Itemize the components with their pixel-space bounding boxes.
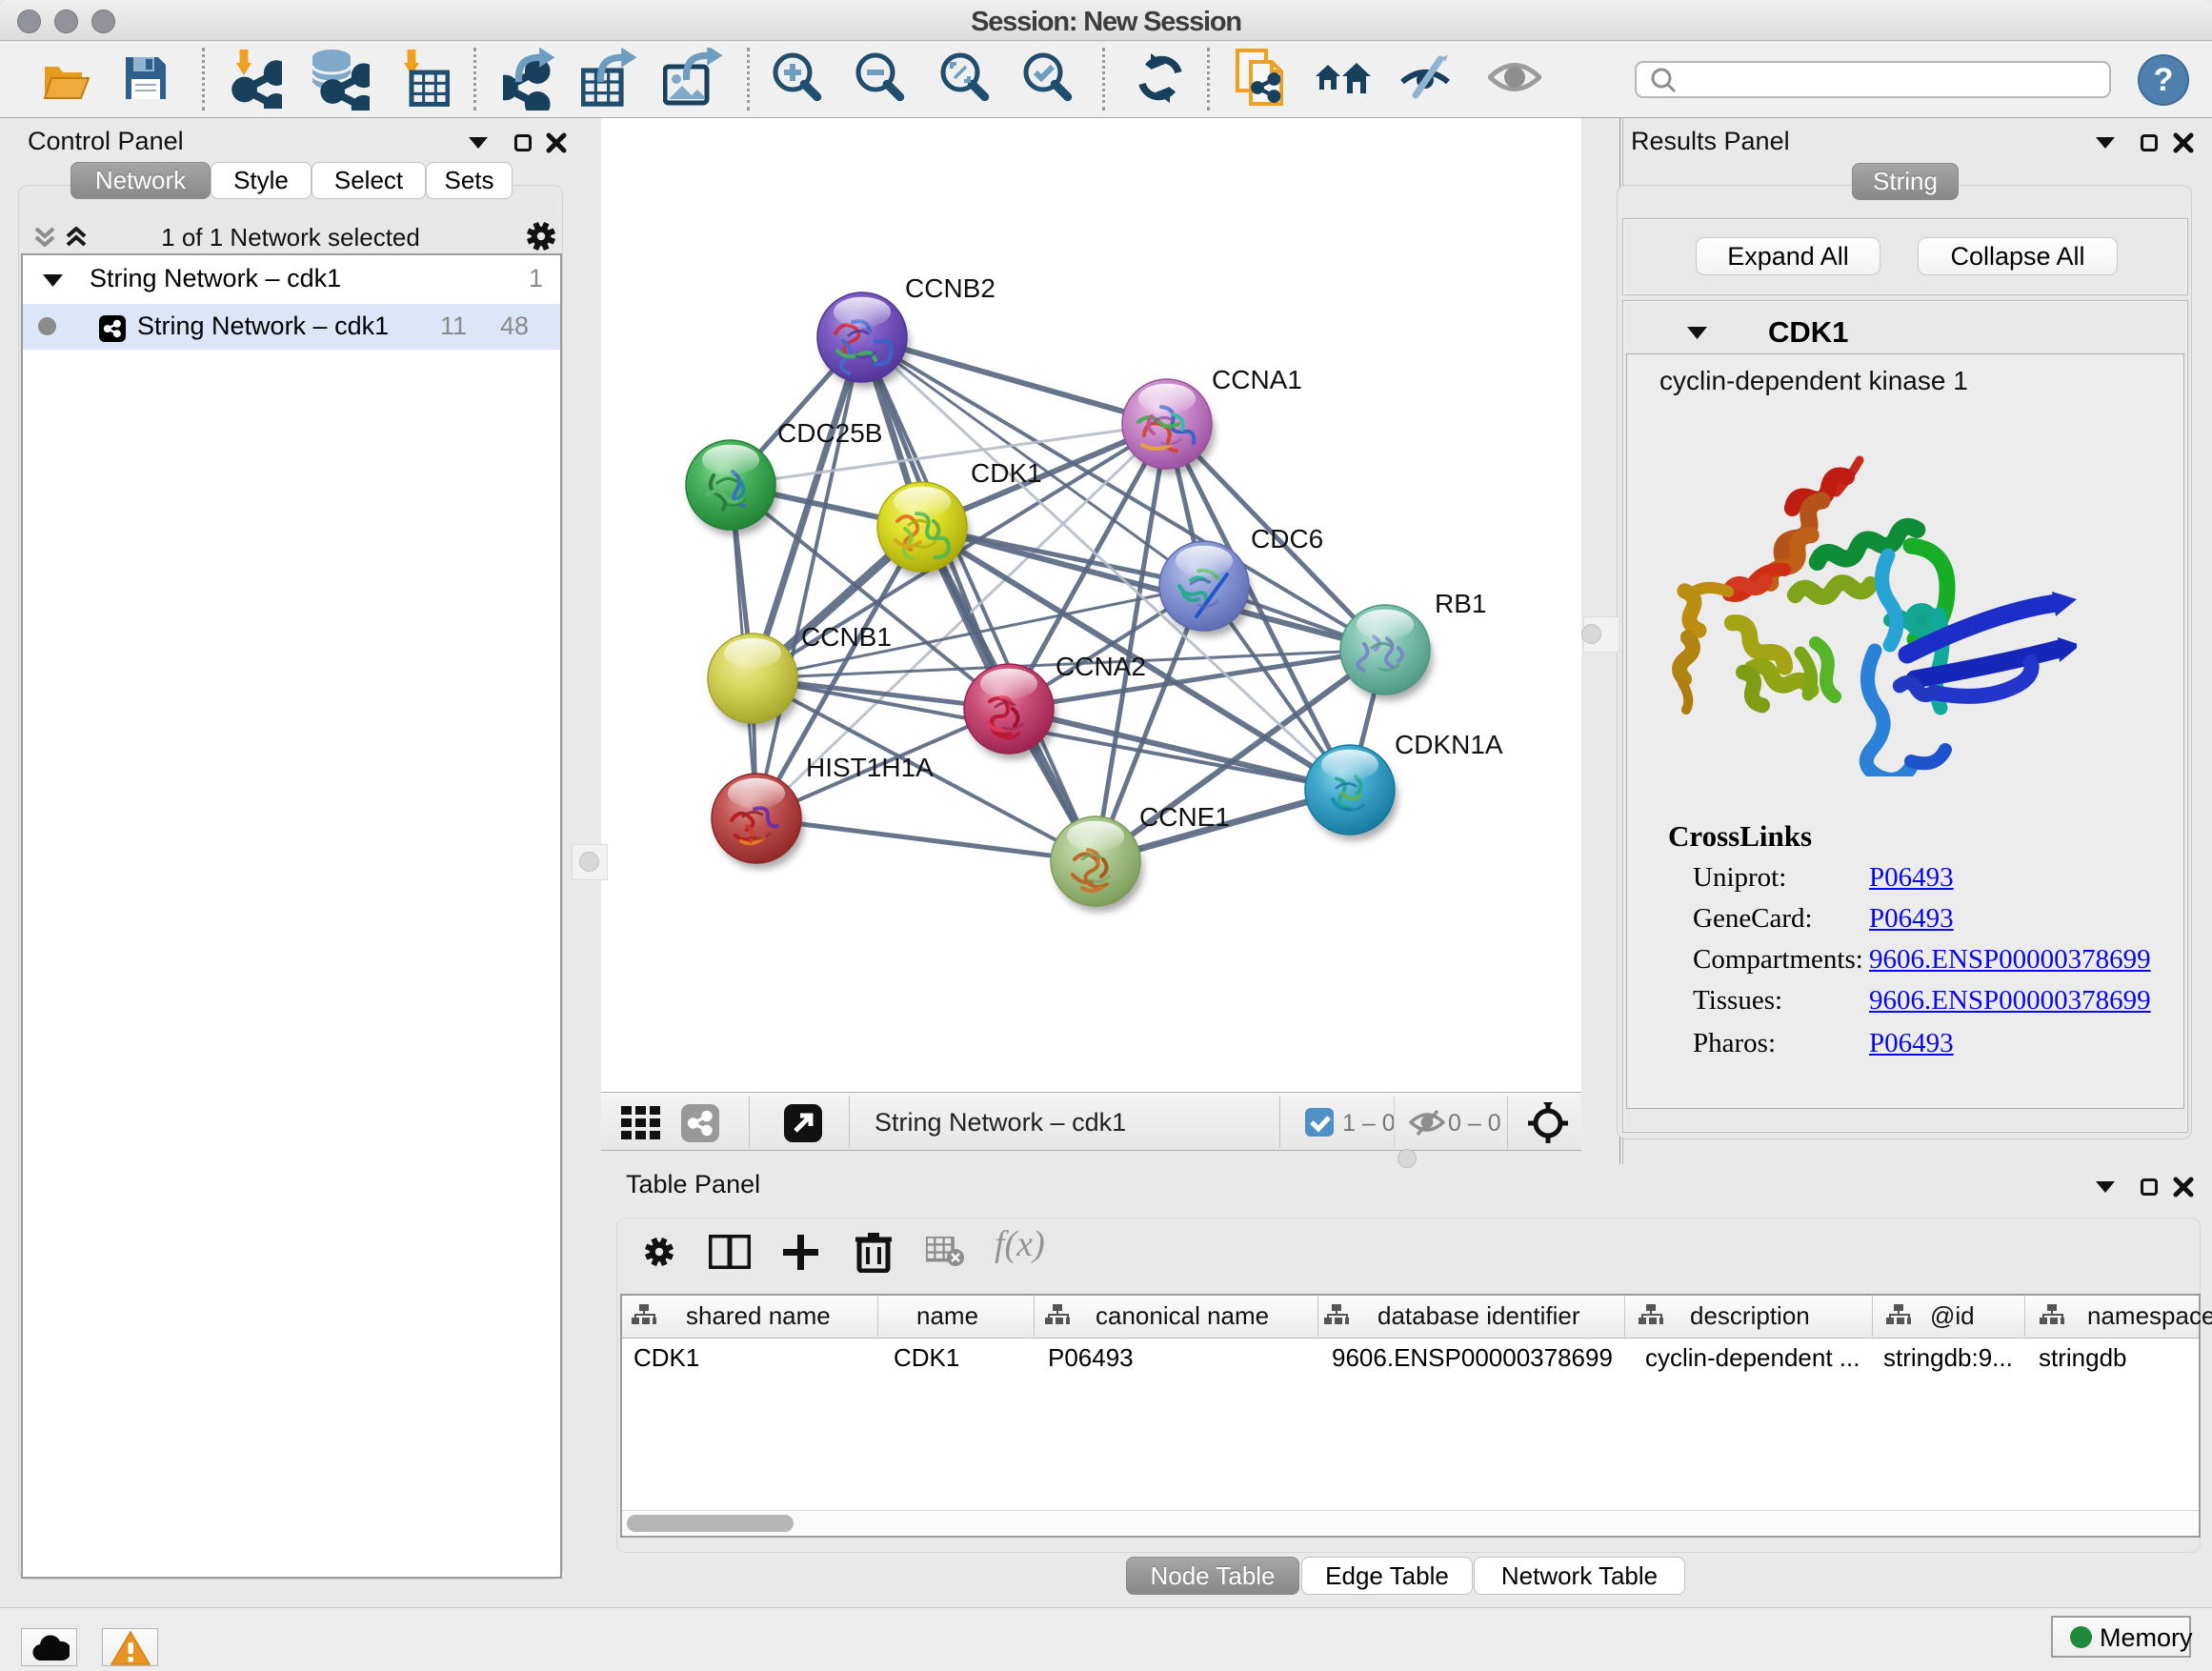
svg-text:CCNA1: CCNA1 — [1212, 365, 1302, 394]
svg-text:CCNA2: CCNA2 — [1056, 652, 1146, 681]
svg-text:CDKN1A: CDKN1A — [1395, 730, 1503, 759]
svg-text:?: ? — [2154, 62, 2174, 98]
svg-text:CDK1: CDK1 — [971, 458, 1042, 488]
svg-text:RB1: RB1 — [1435, 589, 1486, 618]
svg-text:HIST1H1A: HIST1H1A — [806, 753, 934, 782]
svg-text:CDC6: CDC6 — [1251, 524, 1323, 554]
svg-text:CDC25B: CDC25B — [777, 418, 882, 448]
svg-text:CCNE1: CCNE1 — [1139, 802, 1230, 832]
svg-text:CCNB2: CCNB2 — [905, 273, 995, 303]
svg-text:CCNB1: CCNB1 — [801, 622, 892, 652]
